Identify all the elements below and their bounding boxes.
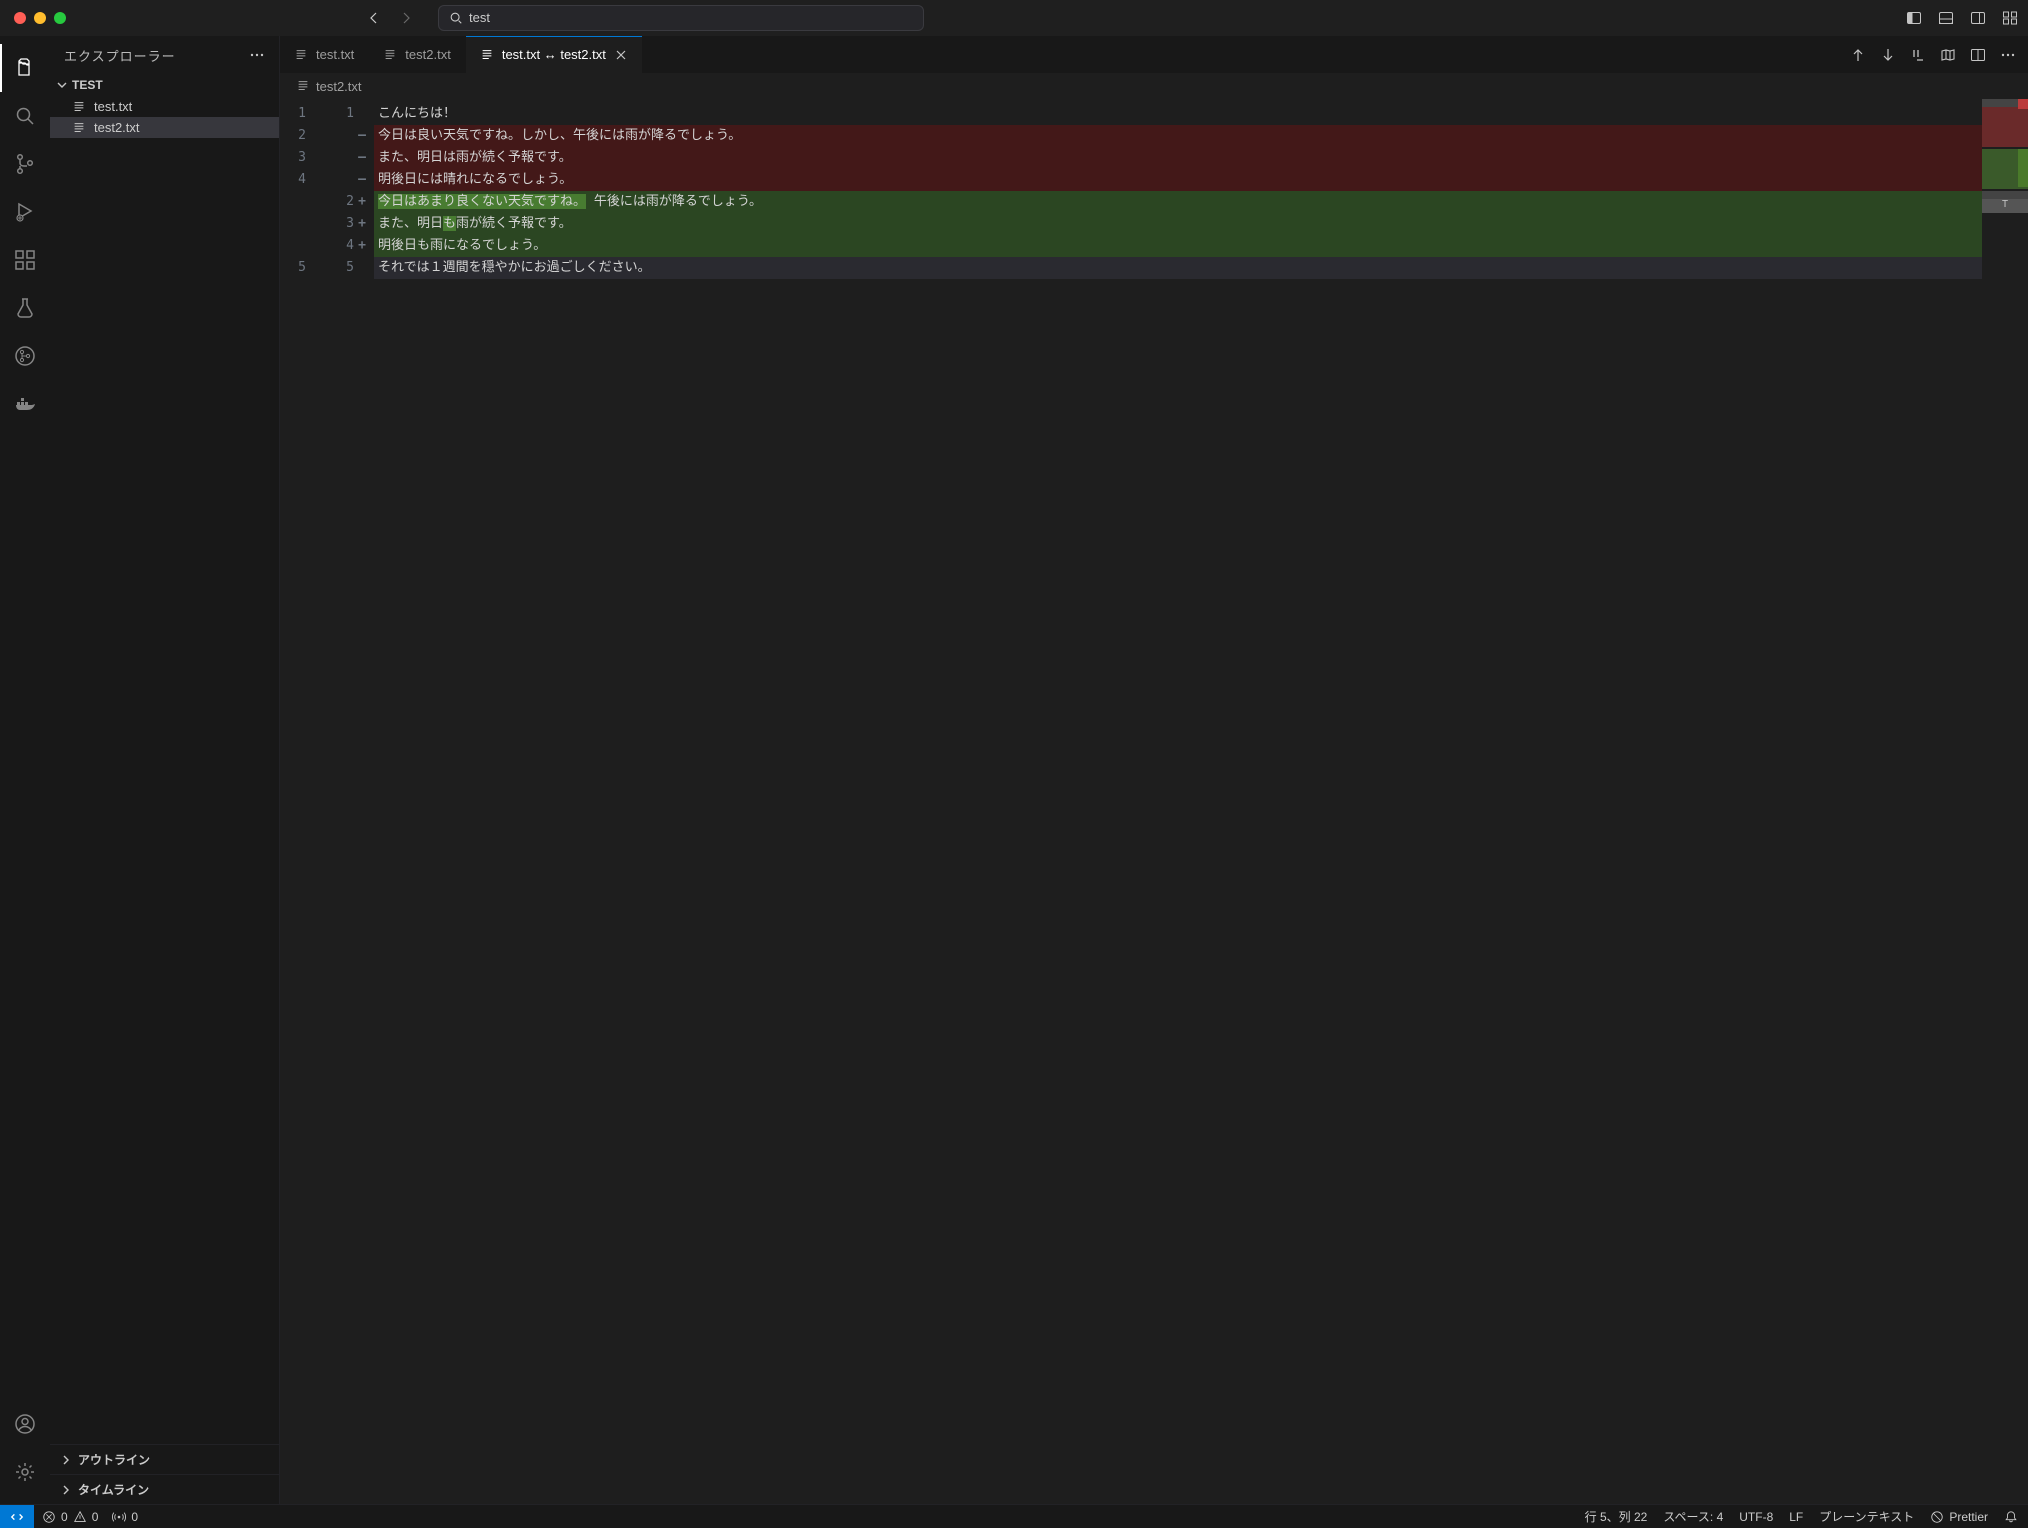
toggle-primary-sidebar-icon[interactable]	[1906, 10, 1922, 26]
folder-name: TEST	[72, 78, 103, 92]
statusbar-left: 0 0 0	[34, 1510, 138, 1524]
prev-change-icon[interactable]	[1850, 47, 1866, 63]
activity-run-debug-icon[interactable]	[0, 188, 50, 236]
tab-label: test2.txt	[405, 47, 451, 62]
sidebar-more-icon[interactable]	[249, 47, 265, 63]
timeline-label: タイムライン	[78, 1481, 149, 1498]
activity-docker-icon[interactable]	[0, 380, 50, 428]
statusbar-right: 行 5、列 22 スペース: 4 UTF-8 LF プレーンテキスト Prett…	[1585, 1508, 2028, 1525]
sidebar-header: エクスプローラー	[50, 36, 279, 74]
maximize-window-icon[interactable]	[54, 12, 66, 24]
file-icon	[383, 48, 397, 62]
chevron-right-icon	[60, 1454, 72, 1466]
toggle-secondary-sidebar-icon[interactable]	[1970, 10, 1986, 26]
whitespace-icon[interactable]	[1910, 47, 1926, 63]
tab-test-txt[interactable]: test.txt	[280, 36, 369, 73]
search-icon	[449, 11, 463, 25]
chevron-right-icon	[60, 1484, 72, 1496]
sidebar-title: エクスプローラー	[64, 46, 176, 65]
outline-label: アウトライン	[78, 1451, 150, 1468]
tab-test2-txt[interactable]: test2.txt	[369, 36, 466, 73]
nav-arrows	[366, 10, 414, 26]
timeline-section[interactable]: タイムライン	[50, 1474, 279, 1504]
tab-diff[interactable]: test.txt ↔ test2.txt	[466, 36, 643, 73]
titlebar-right	[1906, 10, 2018, 26]
breadcrumb-file: test2.txt	[316, 79, 362, 94]
activity-git-graph-icon[interactable]	[0, 332, 50, 380]
nav-back-icon[interactable]	[366, 10, 382, 26]
status-problems[interactable]: 0 0	[42, 1510, 98, 1524]
editor-area: test.txt test2.txt test.txt ↔ test2.txt	[280, 36, 2028, 1504]
activitybar	[0, 36, 50, 1504]
tabbar: test.txt test2.txt test.txt ↔ test2.txt	[280, 36, 2028, 73]
diff-editor[interactable]: 12345 1———2+3+4+5 こんにちは！今日は良い天気ですね。しかし、午…	[280, 99, 2028, 1504]
status-encoding[interactable]: UTF-8	[1739, 1510, 1773, 1524]
nav-forward-icon[interactable]	[398, 10, 414, 26]
error-count: 0	[61, 1510, 68, 1524]
activity-accounts-icon[interactable]	[0, 1400, 50, 1448]
error-icon	[42, 1510, 56, 1524]
split-editor-icon[interactable]	[1970, 47, 1986, 63]
map-icon[interactable]	[1940, 47, 1956, 63]
status-ports[interactable]: 0	[112, 1510, 138, 1524]
minimap[interactable]: T	[1982, 99, 2028, 1504]
command-center-text: test	[469, 10, 490, 25]
file-item-test-txt[interactable]: test.txt	[50, 96, 279, 117]
file-icon	[72, 100, 86, 114]
prettier-icon	[1930, 1510, 1944, 1524]
activity-extensions-icon[interactable]	[0, 236, 50, 284]
warning-icon	[73, 1510, 87, 1524]
command-center[interactable]: test	[438, 5, 924, 31]
status-prettier[interactable]: Prettier	[1930, 1510, 1988, 1524]
chevron-down-icon	[56, 79, 68, 91]
activity-explorer-icon[interactable]	[0, 44, 50, 92]
activity-source-control-icon[interactable]	[0, 140, 50, 188]
sidebar: エクスプローラー TEST test.txt test2.txt アウトライン …	[50, 36, 280, 1504]
sidebar-bottom: アウトライン タイムライン	[50, 1444, 279, 1504]
tab-label: test.txt	[316, 47, 354, 62]
status-eol[interactable]: LF	[1789, 1510, 1803, 1524]
next-change-icon[interactable]	[1880, 47, 1896, 63]
status-line-col[interactable]: 行 5、列 22	[1585, 1508, 1648, 1525]
body: エクスプローラー TEST test.txt test2.txt アウトライン …	[0, 36, 2028, 1504]
tab-label: test.txt ↔ test2.txt	[502, 47, 606, 62]
code-content[interactable]: こんにちは！今日は良い天気ですね。しかし、午後には雨が降るでしょう。また、明日は…	[374, 99, 1982, 1504]
breadcrumb[interactable]: test2.txt	[280, 73, 2028, 99]
activitybar-bottom	[0, 1400, 50, 1504]
statusbar: 0 0 0 行 5、列 22 スペース: 4 UTF-8 LF プレーンテキスト…	[0, 1504, 2028, 1528]
close-window-icon[interactable]	[14, 12, 26, 24]
customize-layout-icon[interactable]	[2002, 10, 2018, 26]
file-item-test2-txt[interactable]: test2.txt	[50, 117, 279, 138]
toggle-panel-icon[interactable]	[1938, 10, 1954, 26]
gutter-modified: 1———2+3+4+5	[316, 99, 374, 1504]
outline-section[interactable]: アウトライン	[50, 1444, 279, 1474]
ports-count: 0	[131, 1510, 138, 1524]
file-icon	[480, 48, 494, 62]
status-notifications-icon[interactable]	[2004, 1510, 2018, 1524]
titlebar: test	[0, 0, 2028, 36]
broadcast-icon	[112, 1510, 126, 1524]
tab-actions	[1850, 36, 2028, 73]
file-label: test.txt	[94, 99, 132, 114]
minimize-window-icon[interactable]	[34, 12, 46, 24]
remote-indicator[interactable]	[0, 1505, 34, 1528]
activity-settings-icon[interactable]	[0, 1448, 50, 1496]
sidebar-folder[interactable]: TEST	[50, 74, 279, 96]
window-controls	[10, 12, 66, 24]
file-icon	[72, 121, 86, 135]
status-language[interactable]: プレーンテキスト	[1819, 1508, 1914, 1525]
file-icon	[294, 48, 308, 62]
prettier-label: Prettier	[1949, 1510, 1988, 1524]
warning-count: 0	[92, 1510, 99, 1524]
activity-search-icon[interactable]	[0, 92, 50, 140]
more-actions-icon[interactable]	[2000, 47, 2016, 63]
close-tab-icon[interactable]	[614, 48, 628, 62]
activity-testing-icon[interactable]	[0, 284, 50, 332]
file-icon	[296, 79, 310, 93]
file-label: test2.txt	[94, 120, 140, 135]
status-indent[interactable]: スペース: 4	[1663, 1508, 1723, 1525]
gutter-original: 12345	[280, 99, 316, 1504]
